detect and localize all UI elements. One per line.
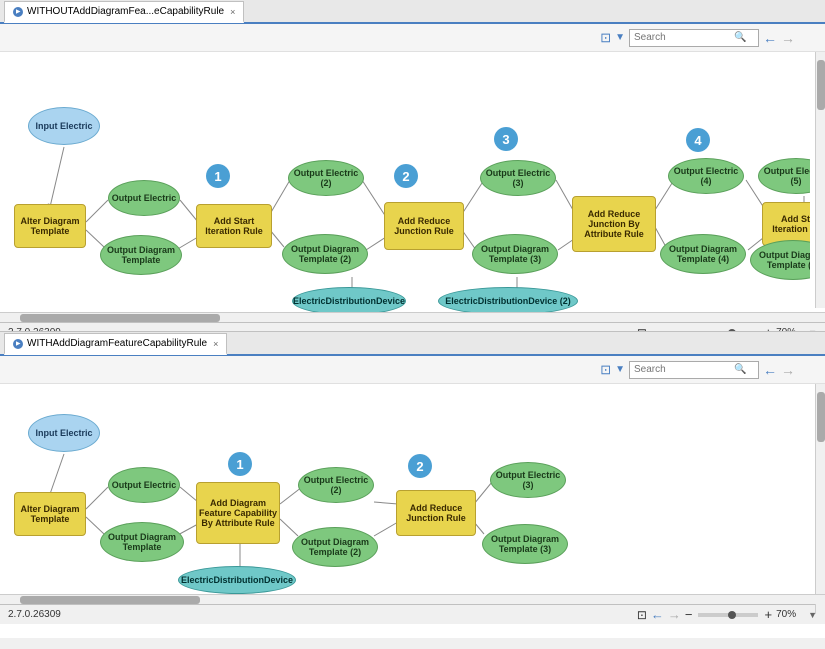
version-top: 2.7.0.26309 (8, 327, 61, 332)
step-circle-3: 3 (494, 127, 518, 151)
filter-icon-top[interactable]: ⊡ (600, 30, 611, 46)
search-input-top[interactable] (634, 32, 734, 43)
node-b-output-diagram-1: Output Diagram Template (100, 522, 184, 562)
fit-icon-bottom[interactable]: ⊡ (637, 608, 647, 622)
scrollbar-h-bottom-thumb[interactable] (20, 596, 200, 604)
diagram-canvas-bottom: Input Electric Alter Diagram Template Ou… (0, 384, 810, 594)
panel-bottom: ⊡ ▼ 🔍 ← → Input Electric (0, 356, 825, 638)
zoom-plus-top[interactable]: + (764, 325, 772, 332)
scrollbar-h-bottom[interactable] (0, 594, 825, 604)
tab-close-with[interactable]: × (213, 339, 218, 349)
status-bar-bottom: 2.7.0.26309 ⊡ ← → − + 70% ▼ (0, 604, 825, 624)
node-elec-dist-1: ElectricDistributionDevice (292, 287, 406, 312)
node-b-output-diagram-3: Output Diagram Template (3) (482, 524, 568, 564)
node-b-output-electric-2: Output Electric (2) (298, 467, 374, 503)
node-elec-dist-2: ElectricDistributionDevice (2) (438, 287, 578, 312)
node-alter-diagram: Alter Diagram Template (14, 204, 86, 248)
zoom-forward-top[interactable]: → (668, 325, 681, 332)
node-output-electric-5: Output Electric (5) (758, 158, 810, 194)
filter-icon-bottom[interactable]: ⊡ (600, 362, 611, 378)
diagram-canvas-top: Input Electric Alter Diagram Template Ou… (0, 52, 810, 312)
nav-back-bottom[interactable]: ← (763, 362, 777, 378)
node-output-diagram-4: Output Diagram Template (4) (660, 234, 746, 274)
node-b-elec-dist: ElectricDistributionDevice (178, 566, 296, 594)
step-circle-b2: 2 (408, 454, 432, 478)
scrollbar-h-top[interactable] (0, 312, 825, 322)
tab-icon-without (13, 7, 23, 17)
zoom-back-top[interactable]: ← (651, 325, 664, 332)
zoom-back-bottom[interactable]: ← (651, 607, 664, 622)
tab-label-without: WITHOUTAddDiagramFea...eCapabilityRule (27, 6, 224, 17)
zoom-dropdown-top[interactable]: ▼ (808, 328, 817, 333)
node-output-diagram-5: Output Diagram Template (5) (750, 240, 810, 280)
node-b-add-reduce: Add Reduce Junction Rule (396, 490, 476, 536)
node-b-output-electric-3: Output Electric (3) (490, 462, 566, 498)
tab-label-with: WITHAddDiagramFeatureCapabilityRule (27, 338, 207, 349)
nav-forward-bottom[interactable]: → (781, 362, 795, 378)
toolbar-top: ⊡ ▼ 🔍 ← → (0, 24, 825, 52)
node-b-output-diagram-2: Output Diagram Template (2) (292, 527, 378, 567)
scrollbar-v-bottom-thumb[interactable] (817, 392, 825, 442)
fit-icon-top[interactable]: ⊡ (637, 326, 647, 333)
search-input-bottom[interactable] (634, 364, 734, 375)
node-b-alter-diagram: Alter Diagram Template (14, 492, 86, 536)
scrollbar-v-top-thumb[interactable] (817, 60, 825, 110)
node-add-start: Add Start Iteration Rule (196, 204, 272, 248)
node-output-electric-4: Output Electric (4) (668, 158, 744, 194)
zoom-plus-bottom[interactable]: + (764, 607, 772, 622)
search-box-top: 🔍 (629, 29, 759, 47)
filter-dropdown-top[interactable]: ▼ (615, 32, 625, 43)
toolbar-bottom: ⊡ ▼ 🔍 ← → (0, 356, 825, 384)
node-b-input-electric: Input Electric (28, 414, 100, 452)
tab-bar-bottom: WITHAddDiagramFeatureCapabilityRule × (0, 332, 825, 356)
zoom-forward-bottom[interactable]: → (668, 607, 681, 622)
zoom-minus-top[interactable]: − (685, 325, 693, 332)
zoom-level-top: 70% (776, 327, 804, 332)
scrollbar-v-top[interactable] (815, 52, 825, 308)
search-icon-top: 🔍 (734, 32, 746, 43)
tab-without[interactable]: WITHOUTAddDiagramFea...eCapabilityRule × (4, 1, 244, 23)
node-input-electric: Input Electric (28, 107, 100, 145)
scrollbar-h-top-thumb[interactable] (20, 314, 220, 322)
search-box-bottom: 🔍 (629, 361, 759, 379)
node-add-reduce-attr: Add Reduce Junction By Attribute Rule (572, 196, 656, 252)
node-output-electric-3: Output Electric (3) (480, 160, 556, 196)
nav-back-top[interactable]: ← (763, 30, 777, 46)
step-circle-4: 4 (686, 128, 710, 152)
zoom-level-bottom: 70% (776, 609, 804, 620)
zoom-minus-bottom[interactable]: − (685, 607, 693, 622)
step-circle-2: 2 (394, 164, 418, 188)
tab-close-without[interactable]: × (230, 7, 235, 17)
panel-top: ⊡ ▼ 🔍 ← → (0, 24, 825, 332)
status-right-top: ⊡ ← → − + 70% ▼ (637, 325, 817, 332)
node-output-diagram-1: Output Diagram Template (100, 235, 182, 275)
node-output-diagram-3: Output Diagram Template (3) (472, 234, 558, 274)
step-circle-b1: 1 (228, 452, 252, 476)
tab-icon-with (13, 339, 23, 349)
search-icon-bottom: 🔍 (734, 364, 746, 375)
scrollbar-v-bottom[interactable] (815, 384, 825, 614)
zoom-slider-top[interactable] (698, 331, 758, 333)
node-add-reduce-junction: Add Reduce Junction Rule (384, 202, 464, 250)
step-circle-1: 1 (206, 164, 230, 188)
node-output-electric-2: Output Electric (2) (288, 160, 364, 196)
nav-forward-top[interactable]: → (781, 30, 795, 46)
status-bar-top: 2.7.0.26309 ⊡ ← → − + 70% ▼ (0, 322, 825, 332)
zoom-slider-bottom[interactable] (698, 613, 758, 617)
status-right-bottom: ⊡ ← → − + 70% ▼ (637, 607, 817, 622)
tab-bar-top: WITHOUTAddDiagramFea...eCapabilityRule × (0, 0, 825, 24)
node-b-add-feature: Add Diagram Feature Capability By Attrib… (196, 482, 280, 544)
node-output-electric-1: Output Electric (108, 180, 180, 216)
node-b-output-electric-1: Output Electric (108, 467, 180, 503)
version-bottom: 2.7.0.26309 (8, 609, 61, 620)
tab-with[interactable]: WITHAddDiagramFeatureCapabilityRule × (4, 333, 227, 355)
filter-dropdown-bottom[interactable]: ▼ (615, 364, 625, 375)
node-output-diagram-2: Output Diagram Template (2) (282, 234, 368, 274)
